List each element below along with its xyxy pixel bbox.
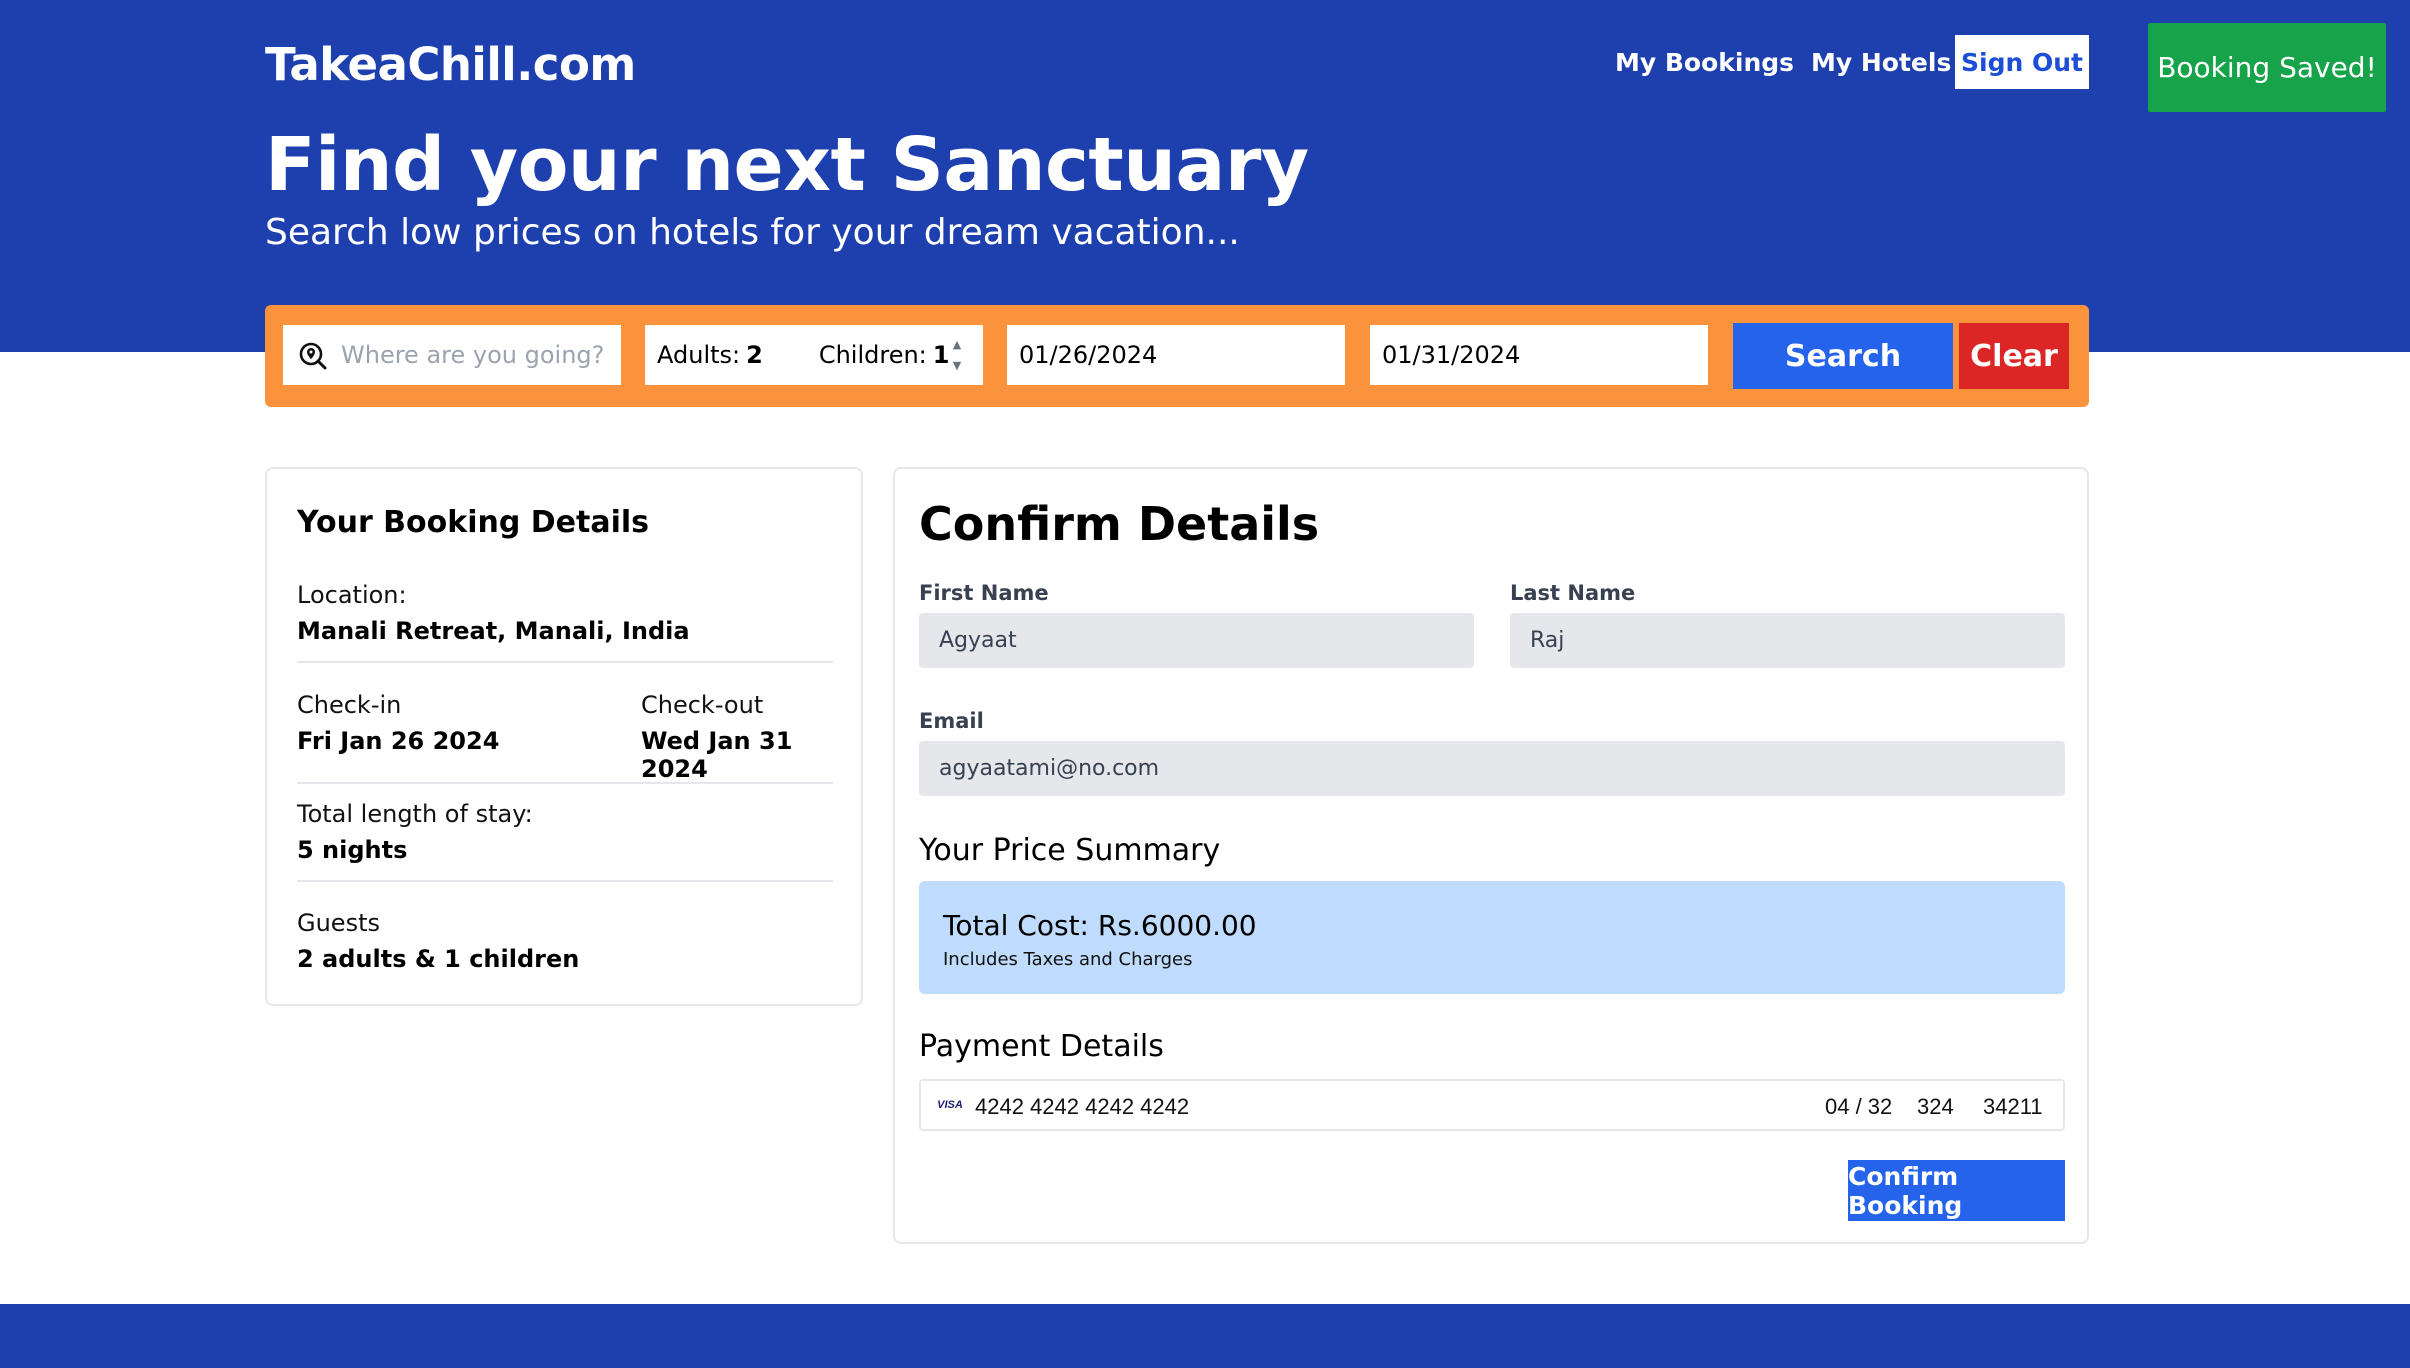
- first-name-field[interactable]: Agyaat: [919, 613, 1474, 668]
- guests-label: Guests: [297, 909, 380, 937]
- location-value: Manali Retreat, Manali, India: [297, 617, 690, 645]
- payment-details-title: Payment Details: [919, 1029, 1164, 1064]
- nav-my-hotels[interactable]: My Hotels: [1811, 48, 1951, 77]
- last-name-label: Last Name: [1510, 581, 1636, 605]
- divider: [297, 880, 833, 882]
- adults-value[interactable]: 2: [746, 341, 763, 369]
- check-out-date-input[interactable]: 01/31/2024: [1370, 325, 1708, 385]
- card-input[interactable]: VISA 4242 4242 4242 4242 04 / 32 324 342…: [919, 1079, 2065, 1131]
- email-label: Email: [919, 709, 984, 733]
- checkout-label: Check-out: [641, 691, 764, 719]
- children-label: Children:: [818, 341, 927, 369]
- card-zip-input[interactable]: 34211: [1983, 1094, 2043, 1120]
- price-note: Includes Taxes and Charges: [943, 949, 1193, 970]
- divider: [297, 782, 833, 784]
- guests-field[interactable]: Adults: 2 Children: 1 ▲ ▼: [645, 325, 983, 385]
- search-button[interactable]: Search: [1733, 323, 1953, 389]
- children-value[interactable]: 1: [933, 341, 950, 369]
- card-cvc-input[interactable]: 324: [1917, 1094, 1954, 1120]
- divider: [297, 661, 833, 663]
- confirm-details-title: Confirm Details: [919, 497, 1320, 551]
- total-cost: Total Cost: Rs.6000.00: [943, 909, 1257, 942]
- visa-card-icon: VISA: [937, 1099, 963, 1111]
- price-summary-title: Your Price Summary: [919, 833, 1221, 868]
- adults-label: Adults:: [657, 341, 741, 369]
- destination-input[interactable]: [341, 341, 611, 369]
- guests-value: 2 adults & 1 children: [297, 945, 580, 973]
- site-logo[interactable]: TakeaChill.com: [265, 38, 636, 91]
- checkout-value: Wed Jan 31 2024: [641, 727, 793, 783]
- nav-my-bookings[interactable]: My Bookings: [1615, 48, 1794, 77]
- confirm-details-card: Confirm Details First Name Agyaat Last N…: [893, 467, 2089, 1244]
- price-summary-box: Total Cost: Rs.6000.00 Includes Taxes an…: [919, 881, 2065, 994]
- sign-out-button[interactable]: Sign Out: [1955, 35, 2089, 89]
- hero-subtitle: Search low prices on hotels for your dre…: [265, 212, 1240, 253]
- card-expiry-input[interactable]: 04 / 32: [1825, 1094, 1892, 1120]
- stay-length-value: 5 nights: [297, 836, 408, 864]
- children-stepper[interactable]: ▲ ▼: [951, 339, 963, 371]
- checkin-label: Check-in: [297, 691, 402, 719]
- clear-button[interactable]: Clear: [1959, 323, 2069, 389]
- hero-title: Find your next Sanctuary: [265, 122, 1309, 208]
- first-name-label: First Name: [919, 581, 1049, 605]
- confirm-booking-button[interactable]: Confirm Booking: [1848, 1160, 2065, 1221]
- stepper-up-icon[interactable]: ▲: [953, 339, 961, 350]
- booking-details-title: Your Booking Details: [297, 505, 650, 540]
- stepper-down-icon[interactable]: ▼: [953, 360, 961, 371]
- last-name-field[interactable]: Raj: [1510, 613, 2065, 668]
- destination-field[interactable]: [283, 325, 621, 385]
- check-in-date-input[interactable]: 01/26/2024: [1007, 325, 1345, 385]
- booking-saved-toast: Booking Saved!: [2148, 23, 2386, 112]
- stay-length-label: Total length of stay:: [297, 800, 533, 828]
- search-location-icon: [299, 342, 327, 370]
- location-label: Location:: [297, 581, 407, 609]
- search-bar: Adults: 2 Children: 1 ▲ ▼ 01/26/2024 01/…: [265, 305, 2089, 407]
- booking-details-card: Your Booking Details Location: Manali Re…: [265, 467, 863, 1006]
- card-number-input[interactable]: 4242 4242 4242 4242: [975, 1094, 1189, 1120]
- checkin-value: Fri Jan 26 2024: [297, 727, 500, 755]
- email-field[interactable]: agyaatami@no.com: [919, 741, 2065, 796]
- footer-bar: [0, 1304, 2410, 1368]
